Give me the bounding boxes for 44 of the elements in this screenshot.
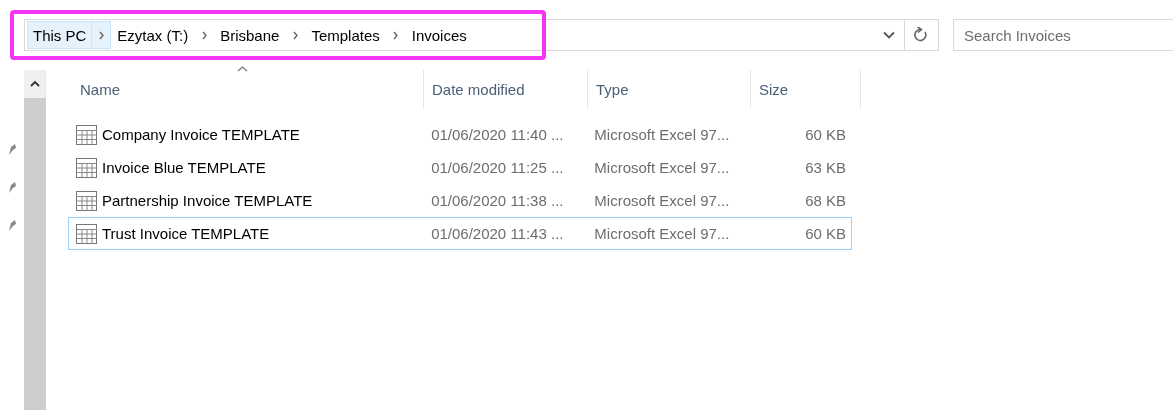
breadcrumb-item[interactable]: Ezytax (T:) — [111, 21, 195, 49]
file-type: Microsoft Excel 97... — [594, 225, 730, 242]
file-size: 60 KB — [805, 225, 846, 242]
date-modified: 01/06/2020 11:38 ... — [431, 192, 564, 209]
spreadsheet-icon — [76, 190, 97, 211]
file-row[interactable]: Trust Invoice TEMPLATE 01/06/2020 11:43 ... Microsoft Excel 97... 60 KB — [68, 217, 852, 250]
spreadsheet-icon — [76, 124, 97, 145]
breadcrumb-item[interactable]: Invoices — [405, 21, 473, 49]
file-name: Invoice Blue TEMPLATE — [102, 159, 266, 176]
column-header[interactable]: Name — [72, 70, 424, 108]
chevron-right-icon[interactable] — [392, 30, 400, 40]
date-modified: 01/06/2020 11:40 ... — [431, 126, 564, 143]
file-size: 63 KB — [805, 159, 846, 176]
date-modified: 01/06/2020 11:43 ... — [431, 225, 564, 242]
refresh-icon — [913, 27, 930, 43]
column-header[interactable]: Date modified — [424, 70, 588, 108]
chevron-down-icon[interactable] — [882, 31, 895, 39]
file-size: 68 KB — [805, 192, 846, 209]
breadcrumb-item[interactable]: Templates — [305, 21, 386, 49]
spreadsheet-icon — [76, 223, 97, 244]
file-row[interactable]: Company Invoice TEMPLATE 01/06/2020 11:40 ... Microsoft Excel 97... 60 KB — [68, 118, 852, 151]
file-type: Microsoft Excel 97... — [594, 159, 730, 176]
breadcrumb-item[interactable]: This PC — [27, 21, 93, 49]
file-row[interactable]: Invoice Blue TEMPLATE 01/06/2020 11:25 ... Microsoft Excel 97... 63 KB — [68, 151, 852, 184]
file-size: 60 KB — [805, 126, 846, 143]
file-type: Microsoft Excel 97... — [594, 126, 730, 143]
column-header[interactable]: Type — [588, 70, 751, 108]
column-header[interactable]: Size — [751, 70, 861, 108]
chevron-right-icon[interactable] — [291, 30, 299, 40]
refresh-button[interactable] — [903, 19, 939, 51]
file-name: Partnership Invoice TEMPLATE — [102, 192, 313, 209]
chevron-right-icon[interactable] — [97, 30, 105, 40]
scroll-up-icon[interactable] — [29, 80, 40, 88]
breadcrumb-item[interactable]: Brisbane — [214, 21, 286, 49]
file-name: Trust Invoice TEMPLATE — [102, 225, 270, 242]
file-name: Company Invoice TEMPLATE — [102, 126, 300, 143]
file-type: Microsoft Excel 97... — [594, 192, 730, 209]
chevron-right-icon[interactable] — [200, 30, 208, 40]
spreadsheet-icon — [76, 157, 97, 178]
address-bar[interactable]: This PC Ezytax (T:) Brisbane Templates Invoices — [24, 19, 905, 51]
search-field[interactable]: Search Invoices — [953, 19, 1173, 51]
file-row[interactable]: Partnership Invoice TEMPLATE 01/06/2020 11:38 ... Microsoft Excel 97... 68 KB — [68, 184, 852, 217]
date-modified: 01/06/2020 11:25 ... — [431, 159, 564, 176]
sort-up-icon — [236, 66, 248, 72]
